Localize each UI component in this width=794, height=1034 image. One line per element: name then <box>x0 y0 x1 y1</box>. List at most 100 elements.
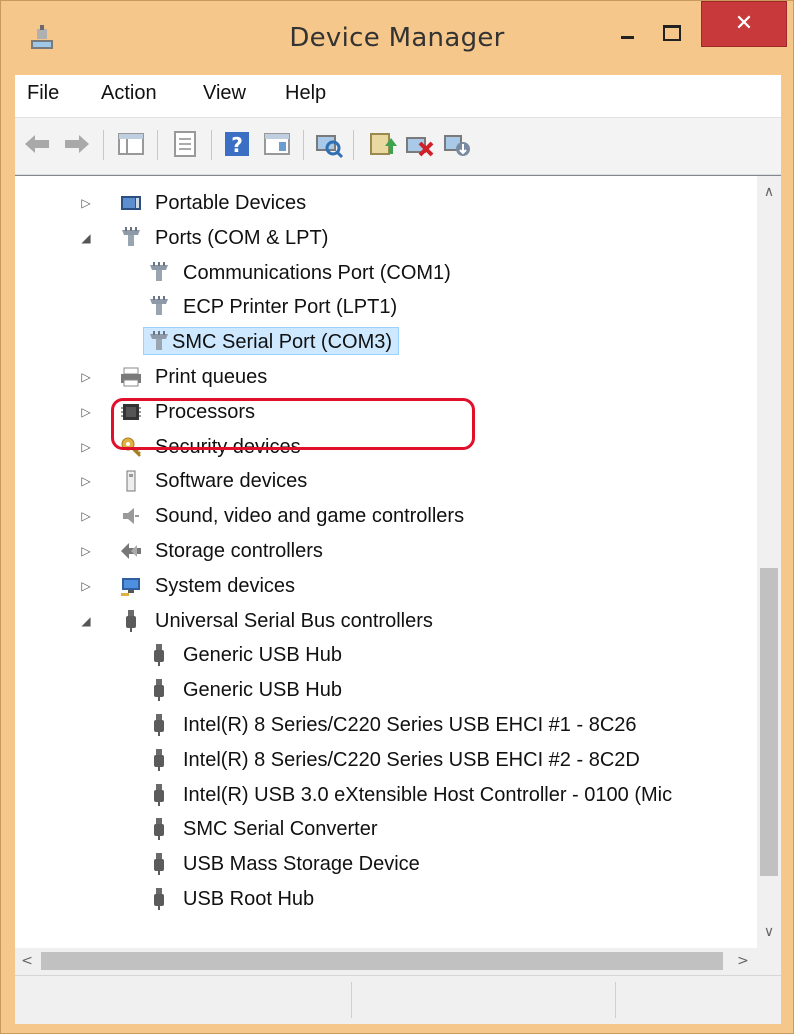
status-pane-divider <box>351 982 352 1018</box>
tree-category-row[interactable]: ▷ Storage controllers <box>15 534 757 568</box>
menu-bar: File Action View Help <box>15 75 781 118</box>
expand-arrow-icon[interactable]: ▷ <box>79 186 93 220</box>
tree-device-row[interactable]: SMC Serial Converter <box>15 812 757 846</box>
tree-device-row[interactable]: Communications Port (COM1) <box>15 256 757 290</box>
tree-node-label: ECP Printer Port (LPT1) <box>183 296 398 319</box>
forward-icon[interactable] <box>61 128 93 160</box>
tree-category-row[interactable]: ◢ Ports (COM & LPT) <box>15 221 757 255</box>
tree-device-row[interactable]: Generic USB Hub <box>15 673 757 707</box>
expand-arrow-icon[interactable]: ▷ <box>79 430 93 464</box>
tree-node-label: Intel(R) 8 Series/C220 Series USB EHCI #… <box>183 748 640 771</box>
tree-node-label: Security devices <box>155 435 301 458</box>
expand-arrow-icon[interactable]: ▷ <box>79 395 93 429</box>
tree-node-label: Portable Devices <box>155 192 307 214</box>
properties-icon[interactable] <box>169 128 201 160</box>
usb-plug-icon <box>154 853 164 876</box>
portable-devices-icon <box>121 196 141 210</box>
tree-category-row[interactable]: ◢ Universal Serial Bus controllers <box>15 604 757 638</box>
show-hide-console-tree-icon[interactable] <box>115 128 147 160</box>
software-device-icon <box>126 470 136 492</box>
toolbar-separator <box>303 130 304 160</box>
usb-plug-icon <box>154 818 164 841</box>
printer-icon <box>121 367 141 387</box>
device-tree[interactable]: ▷ Portable Devices ◢ Ports (COM & LPT) Commu… <box>15 175 781 948</box>
horizontal-scroll-thumb[interactable] <box>41 952 723 970</box>
horizontal-scrollbar[interactable]: < > <box>15 949 757 973</box>
tree-node-label: Processors <box>155 400 256 423</box>
toolbar: ? <box>15 118 781 175</box>
vertical-scrollbar[interactable]: ∧ ∨ <box>757 176 781 948</box>
tree-device-row[interactable]: USB Root Hub <box>15 882 757 916</box>
expand-arrow-icon[interactable]: ▷ <box>79 464 93 498</box>
collapse-arrow-icon[interactable]: ◢ <box>79 221 93 255</box>
toolbar-separator <box>211 130 212 160</box>
port-connector-icon <box>150 296 168 316</box>
status-bar <box>15 975 781 1024</box>
tree-category-row[interactable]: ▷ Print queues <box>15 360 757 394</box>
menu-view[interactable]: View <box>203 82 246 105</box>
tree-node-label: Universal Serial Bus controllers <box>155 609 433 632</box>
usb-plug-icon <box>154 714 164 736</box>
tree-category-row[interactable]: ▷ Portable Devices <box>15 186 757 220</box>
scrollbar-corner <box>757 949 781 973</box>
tree-category-row[interactable]: ▷ System devices <box>15 569 757 603</box>
storage-controller-icon <box>121 543 141 559</box>
tree-category-row[interactable]: ▷ Sound, video and game controllers <box>15 499 757 533</box>
maximize-button[interactable] <box>653 17 689 47</box>
tree-node-label: System devices <box>155 574 296 597</box>
expand-arrow-icon[interactable]: ▷ <box>79 360 93 394</box>
menu-help[interactable]: Help <box>285 82 326 105</box>
tree-node-label: Intel(R) USB 3.0 eXtensible Host Control… <box>183 783 673 806</box>
tree-node-label: SMC Serial Converter <box>183 818 378 841</box>
scroll-right-button[interactable]: > <box>731 949 755 973</box>
tree-device-row[interactable]: Intel(R) 8 Series/C220 Series USB EHCI #… <box>15 708 757 742</box>
tree-node-label: Generic USB Hub <box>183 644 342 667</box>
expand-arrow-icon[interactable]: ▷ <box>79 534 93 568</box>
port-connector-icon <box>150 261 168 281</box>
collapse-arrow-icon[interactable]: ◢ <box>79 604 93 638</box>
toolbar-separator <box>353 130 354 160</box>
back-icon[interactable] <box>21 128 53 160</box>
usb-plug-icon <box>154 644 164 667</box>
usb-plug-icon <box>154 679 164 702</box>
tree-node-label: USB Root Hub <box>183 888 315 910</box>
action-pane-icon[interactable] <box>261 128 293 160</box>
tree-category-row[interactable]: ▷ Software devices <box>15 464 757 498</box>
processor-icon <box>121 403 141 420</box>
update-driver-icon[interactable] <box>365 128 397 160</box>
tree-device-row[interactable]: USB Mass Storage Device <box>15 847 757 881</box>
scroll-down-button[interactable]: ∨ <box>757 920 781 944</box>
help-icon[interactable]: ? <box>221 128 253 160</box>
minimize-button[interactable] <box>609 17 645 47</box>
tree-device-row[interactable]: Intel(R) USB 3.0 eXtensible Host Control… <box>15 778 757 812</box>
tree-node-label: Storage controllers <box>155 540 323 562</box>
scan-hardware-icon[interactable] <box>313 128 345 160</box>
expand-arrow-icon[interactable]: ▷ <box>79 499 93 533</box>
menu-action[interactable]: Action <box>101 82 157 105</box>
tree-device-row[interactable]: SMC Serial Port (COM3) <box>15 325 757 359</box>
disable-device-icon[interactable] <box>441 128 473 160</box>
close-button[interactable]: ✕ <box>701 1 787 47</box>
security-key-icon <box>121 437 141 457</box>
toolbar-separator <box>157 130 158 160</box>
selected-device-label: SMC Serial Port (COM3) <box>143 327 400 356</box>
scroll-up-button[interactable]: ∧ <box>757 180 781 204</box>
port-connector-icon <box>150 331 168 351</box>
tree-device-row[interactable]: Intel(R) 8 Series/C220 Series USB EHCI #… <box>15 743 757 777</box>
uninstall-device-icon[interactable] <box>403 128 435 160</box>
toolbar-separator <box>103 130 104 160</box>
vertical-scroll-thumb[interactable] <box>760 568 778 876</box>
menu-file[interactable]: File <box>27 82 59 105</box>
title-bar[interactable]: Device Manager ✕ <box>1 1 793 75</box>
tree-category-row[interactable]: ▷ Security devices <box>15 430 757 464</box>
tree-category-row[interactable]: ▷ Processors <box>15 395 757 429</box>
expand-arrow-icon[interactable]: ▷ <box>79 569 93 603</box>
tree-node-label: Intel(R) 8 Series/C220 Series USB EHCI #… <box>183 714 637 736</box>
device-manager-window: Device Manager ✕ File Action View Help ?… <box>0 0 794 1034</box>
tree-node-label: Communications Port (COM1) <box>183 261 451 284</box>
tree-node-label: Sound, video and game controllers <box>155 505 465 528</box>
speaker-icon <box>123 508 139 525</box>
tree-device-row[interactable]: Generic USB Hub <box>15 638 757 672</box>
tree-device-row[interactable]: ECP Printer Port (LPT1) <box>15 290 757 324</box>
scroll-left-button[interactable]: < <box>15 949 39 973</box>
